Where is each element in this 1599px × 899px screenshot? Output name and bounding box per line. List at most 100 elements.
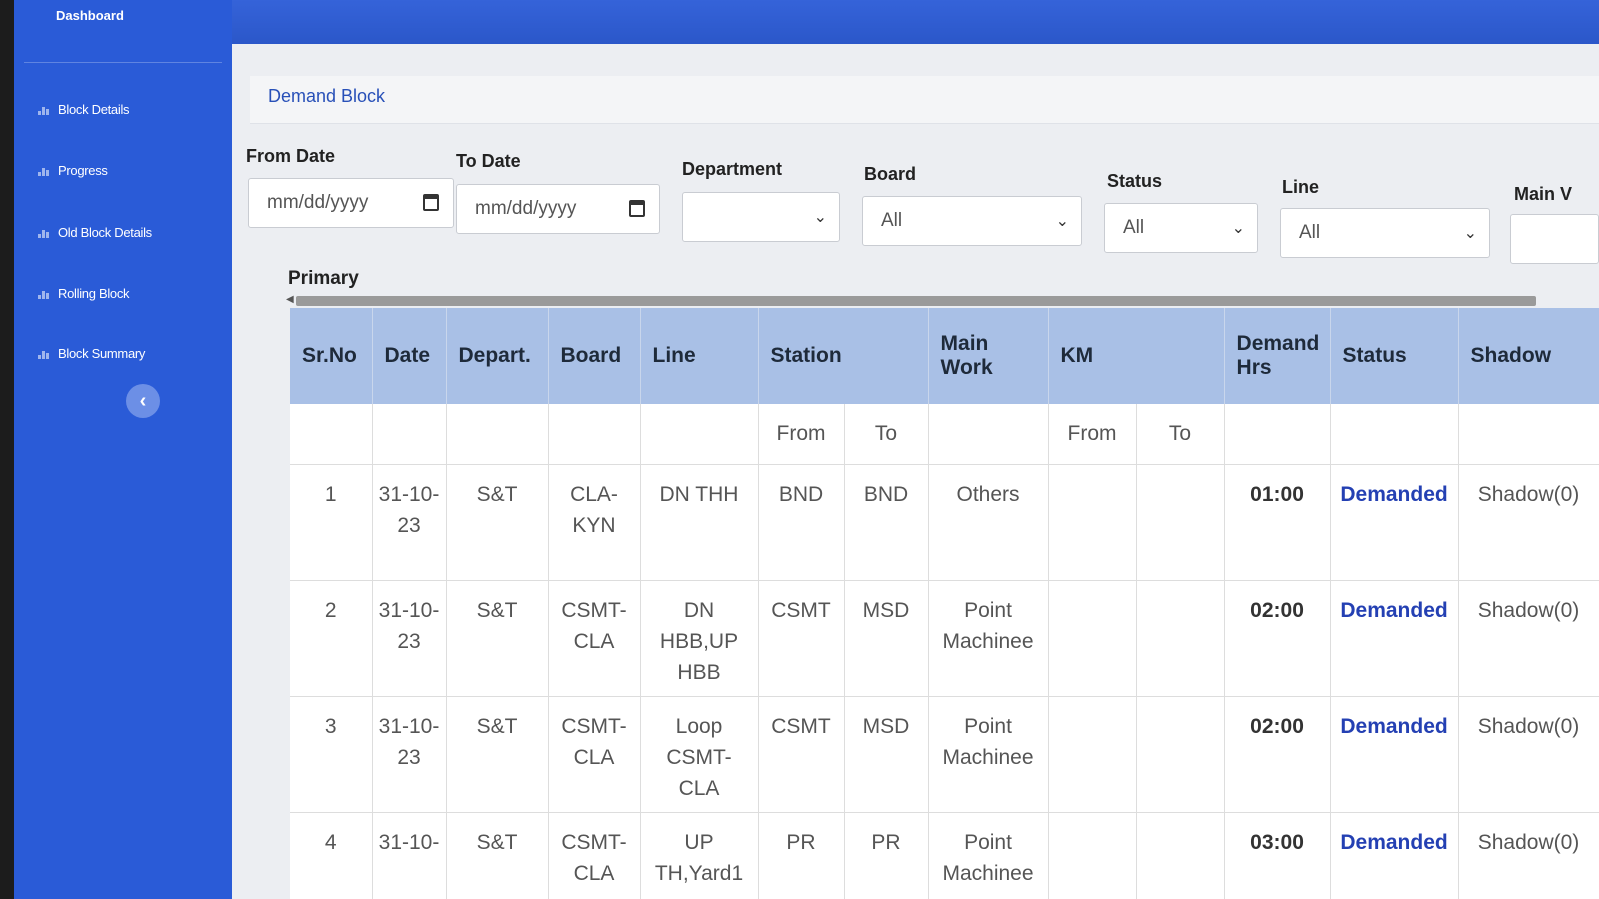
line-selected-value: All xyxy=(1299,222,1321,243)
line-label: Line xyxy=(1282,177,1320,197)
horizontal-scrollbar[interactable]: ◀ xyxy=(286,294,1536,306)
cell-main-work: Point Machinee xyxy=(928,696,1049,813)
cell-km-from xyxy=(1048,464,1137,581)
main-work-select[interactable] xyxy=(1510,214,1599,264)
sidebar-item-progress[interactable]: Progress xyxy=(38,163,108,178)
subheader-station-from: From xyxy=(758,404,845,465)
chevron-down-icon: ⌄ xyxy=(813,209,827,226)
col-header-srno[interactable]: Sr.No xyxy=(290,308,373,404)
table-row[interactable]: 3 31-10-23 S&T CSMT-CLA Loop CSMT-CLA CSMT MSD… xyxy=(290,696,1599,813)
cell-demand-hrs: 01:00 xyxy=(1224,464,1331,581)
cell-station-to: BND xyxy=(844,464,929,581)
table-subheader-row: From To From To xyxy=(290,404,1599,465)
subheader-km-to: To xyxy=(1136,404,1225,465)
calendar-icon[interactable] xyxy=(423,194,439,211)
board-select[interactable]: All ⌄ xyxy=(862,196,1082,246)
to-date-label: To Date xyxy=(456,151,521,171)
from-date-placeholder: mm/dd/yyyy xyxy=(267,192,369,213)
cell-station-from: CSMT xyxy=(758,580,845,697)
col-header-board[interactable]: Board xyxy=(548,308,641,404)
table-row[interactable]: 4 31-10- S&T CSMT-CLA UP TH,Yard1 PR PR Point M… xyxy=(290,812,1599,899)
bar-chart-icon xyxy=(38,289,50,299)
shadow-link[interactable]: Shadow(0) xyxy=(1458,696,1599,813)
sidebar-item-label: Rolling Block xyxy=(58,286,130,301)
status-selected-value: All xyxy=(1123,217,1145,238)
cell-depart: S&T xyxy=(446,696,549,813)
cell-line: DN THH xyxy=(640,464,759,581)
shadow-link[interactable]: Shadow(0) xyxy=(1458,812,1599,899)
cell-line: UP TH,Yard1 xyxy=(640,812,759,899)
sidebar-divider xyxy=(24,62,222,63)
cell-station-from: BND xyxy=(758,464,845,581)
cell-srno: 3 xyxy=(290,696,373,813)
status-link[interactable]: Demanded xyxy=(1330,812,1459,899)
subheader-km-from: From xyxy=(1048,404,1137,465)
cell-board: CSMT-CLA xyxy=(548,580,641,697)
cell-date: 31-10-23 xyxy=(372,696,447,813)
cell-line: DN HBB,UP HBB xyxy=(640,580,759,697)
cell-demand-hrs: 02:00 xyxy=(1224,696,1331,813)
table-row[interactable]: 2 31-10-23 S&T CSMT-CLA DN HBB,UP HBB CSMT MSD… xyxy=(290,580,1599,697)
table-row[interactable]: 1 31-10-23 S&T CLA-KYN DN THH BND BND Others 01:… xyxy=(290,464,1599,581)
chevron-down-icon: ⌄ xyxy=(1231,220,1245,237)
status-link[interactable]: Demanded xyxy=(1330,464,1459,581)
cell-main-work: Point Machinee xyxy=(928,580,1049,697)
to-date-placeholder: mm/dd/yyyy xyxy=(475,198,577,219)
col-header-line[interactable]: Line xyxy=(640,308,759,404)
status-link[interactable]: Demanded xyxy=(1330,696,1459,813)
cell-date: 31-10-23 xyxy=(372,464,447,581)
chevron-down-icon: ⌄ xyxy=(1055,213,1069,230)
cell-km-from xyxy=(1048,696,1137,813)
cell-station-from: PR xyxy=(758,812,845,899)
cell-srno: 2 xyxy=(290,580,373,697)
sidebar-item-rolling-block[interactable]: Rolling Block xyxy=(38,286,130,301)
subheader-station-to: To xyxy=(844,404,929,465)
calendar-icon[interactable] xyxy=(629,200,645,217)
to-date-input[interactable]: mm/dd/yyyy xyxy=(456,184,660,234)
col-header-main-work[interactable]: Main Work xyxy=(928,308,1049,404)
bar-chart-icon xyxy=(38,105,50,115)
sidebar-item-label: Block Details xyxy=(58,102,130,117)
main-content: Demand Block From Date mm/dd/yyyy To Dat… xyxy=(232,0,1599,899)
shadow-link[interactable]: Shadow(0) xyxy=(1458,464,1599,581)
cell-km-from xyxy=(1048,812,1137,899)
cell-srno: 4 xyxy=(290,812,373,899)
scroll-left-arrow-icon[interactable]: ◀ xyxy=(286,294,294,305)
cell-board: CLA-KYN xyxy=(548,464,641,581)
cell-line: Loop CSMT-CLA xyxy=(640,696,759,813)
sidebar-item-label: Old Block Details xyxy=(58,225,152,240)
from-date-input[interactable]: mm/dd/yyyy xyxy=(248,178,454,228)
top-navbar xyxy=(232,0,1599,44)
cell-km-to xyxy=(1136,580,1225,697)
sidebar-item-old-block-details[interactable]: Old Block Details xyxy=(38,225,152,240)
cell-km-from xyxy=(1048,580,1137,697)
cell-main-work: Others xyxy=(928,464,1049,581)
status-link[interactable]: Demanded xyxy=(1330,580,1459,697)
status-select[interactable]: All ⌄ xyxy=(1104,203,1258,253)
cell-demand-hrs: 02:00 xyxy=(1224,580,1331,697)
bar-chart-icon xyxy=(38,228,50,238)
col-header-status[interactable]: Status xyxy=(1330,308,1459,404)
col-header-station[interactable]: Station xyxy=(758,308,929,404)
col-header-demand-hrs[interactable]: Demand Hrs xyxy=(1224,308,1331,404)
shadow-link[interactable]: Shadow(0) xyxy=(1458,580,1599,697)
col-header-date[interactable]: Date xyxy=(372,308,447,404)
sidebar-brand-dashboard[interactable]: Dashboard xyxy=(56,8,124,23)
sidebar-collapse-button[interactable]: ‹ xyxy=(126,384,160,418)
col-header-depart[interactable]: Depart. xyxy=(446,308,549,404)
cell-depart: S&T xyxy=(446,464,549,581)
sidebar: Dashboard Block Details Progress Old Blo… xyxy=(14,0,232,899)
cell-station-to: MSD xyxy=(844,580,929,697)
department-select[interactable]: ⌄ xyxy=(682,192,840,242)
cell-board: CSMT-CLA xyxy=(548,696,641,813)
cell-station-from: CSMT xyxy=(758,696,845,813)
cell-depart: S&T xyxy=(446,580,549,697)
col-header-shadow[interactable]: Shadow xyxy=(1458,308,1599,404)
line-select[interactable]: All ⌄ xyxy=(1280,208,1490,258)
sidebar-item-block-details[interactable]: Block Details xyxy=(38,102,130,117)
cell-demand-hrs: 03:00 xyxy=(1224,812,1331,899)
table-body: 1 31-10-23 S&T CLA-KYN DN THH BND BND Others 01:… xyxy=(290,464,1599,899)
col-header-km[interactable]: KM xyxy=(1048,308,1225,404)
cell-km-to xyxy=(1136,464,1225,581)
sidebar-item-block-summary[interactable]: Block Summary xyxy=(38,346,145,361)
